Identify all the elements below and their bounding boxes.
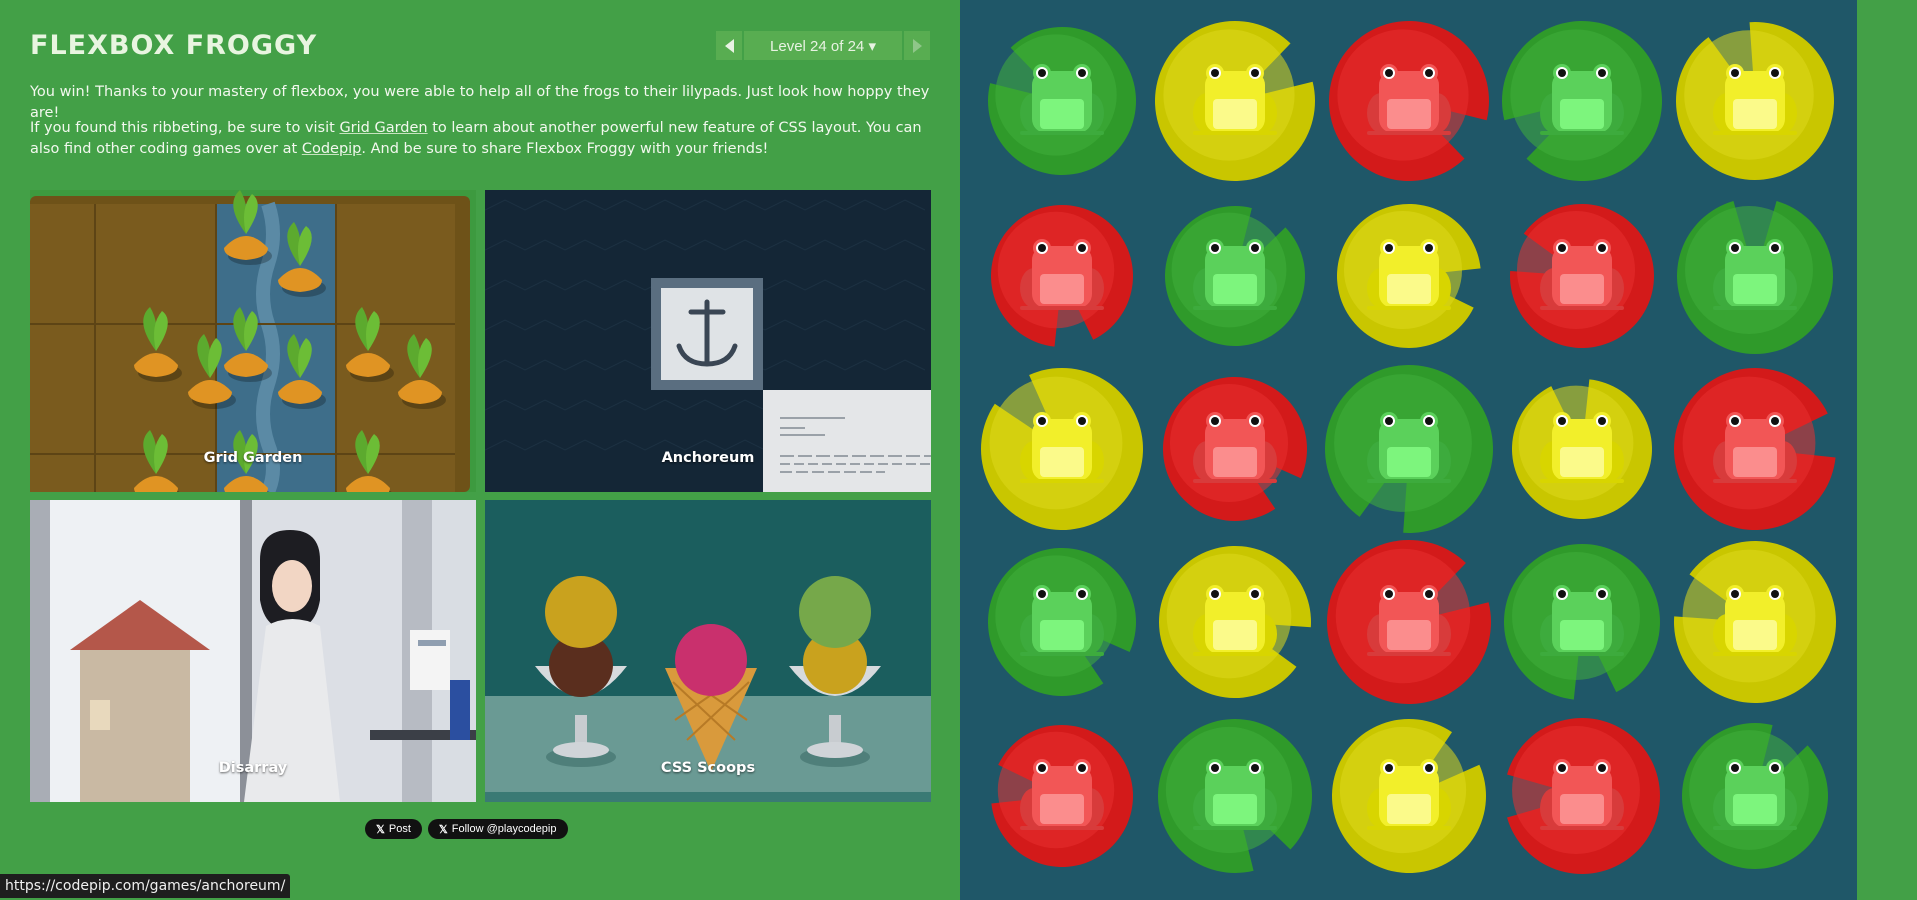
arrow-right-icon xyxy=(912,38,922,53)
lilypad-with-frog xyxy=(1155,20,1315,181)
page-edge xyxy=(1857,0,1917,900)
social-buttons: 𝕏 Post 𝕏 Follow @playcodepip xyxy=(365,819,568,839)
lilypad-with-frog xyxy=(1510,204,1654,349)
game-tile-css-scoops[interactable]: CSS Scoops xyxy=(485,500,931,802)
css-scoops-illustration xyxy=(485,500,931,802)
game-label: Anchoreum xyxy=(661,450,755,466)
game-tile-disarray[interactable]: Disarray xyxy=(30,500,476,802)
lilypad-with-frog xyxy=(1674,368,1836,531)
post-label: Post xyxy=(388,823,411,835)
promo-text-3: . And be sure to share Flexbox Froggy wi… xyxy=(361,141,769,157)
lilypad-with-frog xyxy=(1325,365,1493,533)
lilypad-with-frog xyxy=(1676,22,1834,181)
lilypad-with-frog xyxy=(1163,376,1307,521)
game-label: CSS Scoops xyxy=(660,760,756,776)
x-follow-button[interactable]: 𝕏 Follow @playcodepip xyxy=(427,819,568,839)
game-label: Disarray xyxy=(218,760,288,776)
lilypad-with-frog xyxy=(1512,379,1652,519)
lilypad-with-frog xyxy=(1329,20,1489,181)
x-post-button[interactable]: 𝕏 Post xyxy=(365,819,422,839)
lilypad-with-frog xyxy=(981,368,1143,530)
grid-garden-link[interactable]: Grid Garden xyxy=(339,120,427,136)
game-title: FLEXBOX FROGGY xyxy=(30,30,318,61)
lilypad-with-frog xyxy=(1677,201,1833,354)
follow-label: Follow @playcodepip xyxy=(451,823,557,835)
lilypad-with-frog xyxy=(1332,719,1486,873)
anchoreum-illustration xyxy=(485,190,931,492)
arrow-left-icon xyxy=(724,38,734,53)
lilypad-with-frog xyxy=(1326,539,1491,704)
next-level-button[interactable] xyxy=(904,31,930,60)
status-bar-url: https://codepip.com/games/anchoreum/ xyxy=(0,874,291,898)
lilypad-with-frog xyxy=(1507,718,1660,874)
promo-message: If you found this ribbeting, be sure to … xyxy=(30,118,935,160)
lilypad-with-frog xyxy=(991,204,1133,347)
level-navigation: Level 24 of 24 ▾ xyxy=(716,31,930,60)
lilypad-with-frog xyxy=(1502,20,1662,181)
disarray-illustration xyxy=(30,500,476,802)
pond-illustration xyxy=(981,20,1836,874)
lilypad-with-frog xyxy=(988,27,1136,175)
lilypad-with-frog xyxy=(1337,204,1481,348)
game-tile-grid-garden[interactable]: Grid Garden xyxy=(30,190,476,492)
lilypad-with-frog xyxy=(1159,546,1311,698)
lilypad-with-frog xyxy=(1681,722,1828,869)
lilypad-with-frog xyxy=(1165,206,1305,346)
codepip-link[interactable]: Codepip xyxy=(302,141,362,157)
game-tile-anchoreum[interactable]: Anchoreum xyxy=(485,190,931,492)
promo-text-1: If you found this ribbeting, be sure to … xyxy=(30,120,340,136)
lilypad-with-frog xyxy=(1504,544,1661,700)
pond-board xyxy=(960,0,1857,900)
x-logo-icon: 𝕏 xyxy=(438,823,448,836)
instructions-panel: FLEXBOX FROGGY Level 24 of 24 ▾ You win!… xyxy=(0,0,960,900)
game-label: Grid Garden xyxy=(203,450,303,466)
lilypad-with-frog xyxy=(991,725,1133,867)
level-indicator[interactable]: Level 24 of 24 ▾ xyxy=(744,31,902,60)
lilypad-with-frog xyxy=(1674,541,1836,704)
lilypad-with-frog xyxy=(1158,719,1312,874)
lilypad-with-frog xyxy=(988,548,1136,696)
previous-level-button[interactable] xyxy=(716,31,742,60)
grid-garden-illustration xyxy=(30,190,476,492)
x-logo-icon: 𝕏 xyxy=(376,823,385,836)
